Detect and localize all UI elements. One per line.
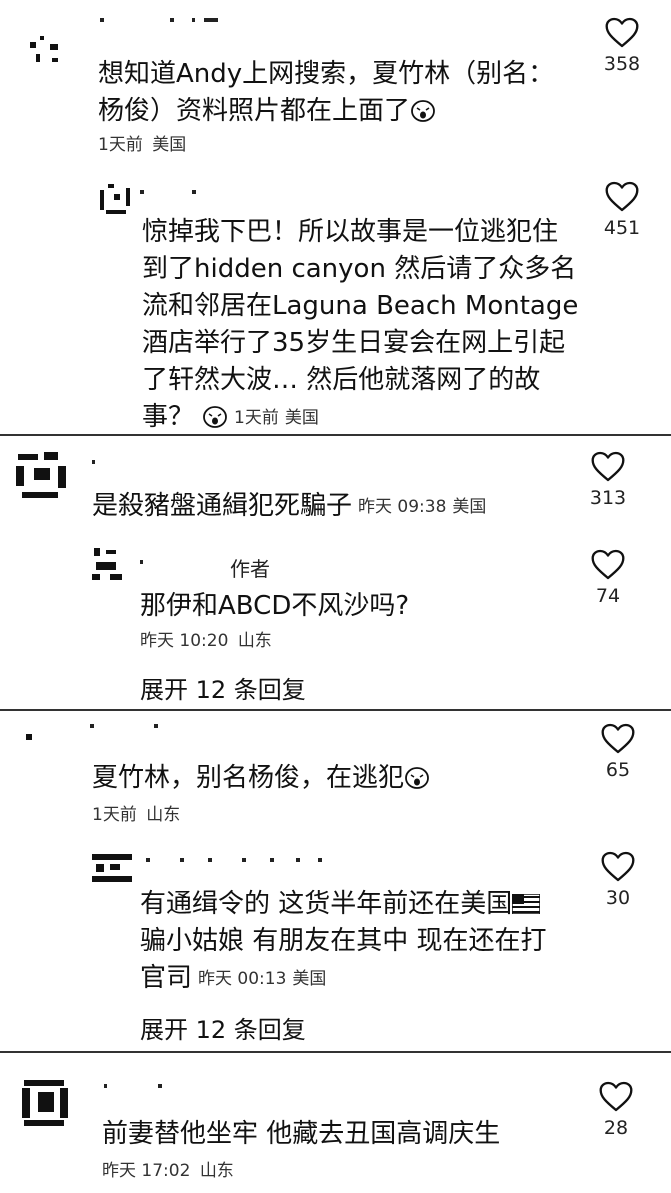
avatar[interactable] bbox=[24, 730, 40, 746]
reply-location: 美国 bbox=[284, 408, 319, 428]
comment-meta: 昨天 17:02 山东 bbox=[102, 1156, 234, 1181]
comment-location: 山东 bbox=[199, 1161, 234, 1181]
weary-face-emoji bbox=[202, 403, 228, 429]
like-button[interactable]: 451 bbox=[592, 180, 652, 239]
comment-time: 昨天 17:02 bbox=[102, 1161, 191, 1181]
comment-text: 前妻替他坐牢 他藏去丑国高调庆生 bbox=[102, 1119, 501, 1149]
like-count: 74 bbox=[595, 585, 621, 607]
like-button[interactable]: 65 bbox=[588, 722, 648, 781]
reply-body: 有通缉令的 这货半年前还在美国 bbox=[140, 889, 513, 919]
heart-icon bbox=[590, 548, 626, 581]
weary-face-emoji bbox=[404, 764, 430, 790]
comment-location: 山东 bbox=[146, 805, 181, 825]
reply-time: 昨天 00:13 bbox=[198, 969, 287, 989]
reply-time: 昨天 10:20 bbox=[140, 631, 229, 651]
like-count: 313 bbox=[589, 487, 627, 509]
like-count: 451 bbox=[603, 217, 641, 239]
comment-time: 1天前 bbox=[98, 135, 143, 155]
like-button[interactable]: 28 bbox=[586, 1080, 646, 1139]
comment-text: 夏竹林，别名杨俊，在逃犯 bbox=[92, 760, 562, 797]
username[interactable] bbox=[140, 560, 160, 566]
like-count: 30 bbox=[605, 887, 631, 909]
reply-location: 美国 bbox=[292, 969, 327, 989]
username[interactable] bbox=[92, 460, 112, 466]
like-button[interactable]: 313 bbox=[578, 450, 638, 509]
reply-body: 惊掉我下巴！所以故事是一位逃犯住到了hidden canyon 然后请了众多名流… bbox=[142, 217, 579, 432]
divider bbox=[0, 709, 671, 711]
like-count: 28 bbox=[603, 1117, 629, 1139]
reply-text: 那伊和ABCD不风沙吗? bbox=[140, 591, 410, 621]
reply-text: 有通缉令的 这货半年前还在美国 骗小姑娘 有朋友在其中 现在还在打官司 昨天 00… bbox=[140, 886, 570, 998]
avatar[interactable] bbox=[100, 184, 132, 216]
reply-meta: 昨天 10:20 山东 bbox=[140, 626, 272, 651]
comment-location: 美国 bbox=[452, 497, 487, 517]
us-flag-emoji bbox=[512, 894, 541, 914]
like-count: 65 bbox=[605, 759, 631, 781]
heart-icon bbox=[600, 722, 636, 755]
like-button[interactable]: 74 bbox=[578, 548, 638, 607]
weary-face-emoji bbox=[410, 97, 436, 123]
comment-meta: 1天前 山东 bbox=[92, 800, 180, 825]
comment-time: 昨天 09:38 bbox=[358, 497, 447, 517]
username[interactable] bbox=[100, 18, 220, 24]
comment-time: 1天前 bbox=[92, 805, 137, 825]
reply-location: 山东 bbox=[237, 631, 272, 651]
heart-icon bbox=[590, 450, 626, 483]
avatar[interactable] bbox=[14, 450, 70, 504]
avatar[interactable] bbox=[30, 34, 62, 66]
heart-icon bbox=[604, 16, 640, 49]
comment-text: 想知道Andy上网搜索，夏竹林（别名：杨俊）资料照片都在上面了 bbox=[98, 56, 568, 130]
heart-icon bbox=[598, 1080, 634, 1113]
expand-replies-button[interactable]: 展开 12 条回复 bbox=[140, 1010, 306, 1045]
heart-icon bbox=[600, 850, 636, 883]
like-button[interactable]: 30 bbox=[588, 850, 648, 909]
divider bbox=[0, 1051, 671, 1053]
username[interactable] bbox=[140, 190, 200, 196]
comment-location: 美国 bbox=[152, 135, 187, 155]
like-count: 358 bbox=[603, 53, 641, 75]
reply-time: 1天前 bbox=[234, 408, 279, 428]
comment-text: 是殺豬盤通緝犯死騙子 昨天 09:38 美国 bbox=[92, 488, 572, 526]
avatar[interactable] bbox=[92, 852, 132, 884]
heart-icon bbox=[604, 180, 640, 213]
username[interactable] bbox=[146, 858, 326, 864]
like-button[interactable]: 358 bbox=[592, 16, 652, 75]
comment-meta: 1天前 美国 bbox=[98, 130, 186, 155]
divider bbox=[0, 434, 671, 436]
avatar[interactable] bbox=[92, 548, 124, 582]
comment-body: 想知道Andy上网搜索，夏竹林（别名：杨俊）资料照片都在上面了 bbox=[98, 59, 555, 126]
avatar[interactable] bbox=[20, 1078, 70, 1128]
username[interactable] bbox=[104, 1084, 164, 1090]
comment-body: 是殺豬盤通緝犯死騙子 bbox=[92, 491, 353, 521]
comment-body: 夏竹林，别名杨俊，在逃犯 bbox=[92, 763, 405, 793]
reply-text: 惊掉我下巴！所以故事是一位逃犯住到了hidden canyon 然后请了众多名流… bbox=[142, 214, 582, 437]
expand-replies-button[interactable]: 展开 12 条回复 bbox=[140, 670, 306, 705]
username[interactable] bbox=[90, 724, 160, 730]
author-badge: 作者 bbox=[230, 557, 270, 581]
